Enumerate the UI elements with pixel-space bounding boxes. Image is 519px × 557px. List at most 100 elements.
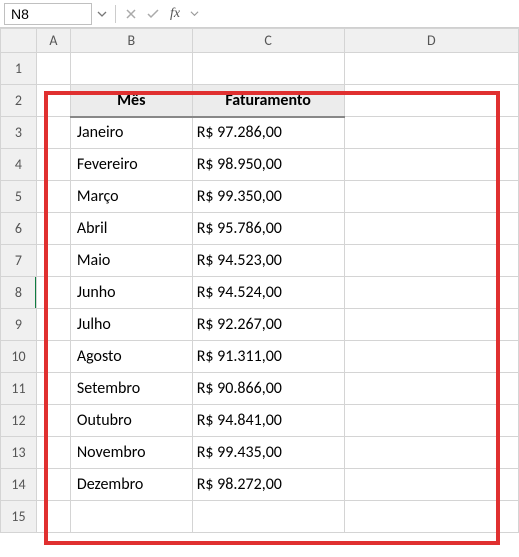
cell[interactable] <box>36 181 70 213</box>
table-row: 13 NovembroR$ 99.435,00 <box>1 437 519 469</box>
cell-faturamento[interactable]: R$ 97.286,00 <box>192 117 344 149</box>
cell[interactable] <box>344 149 518 181</box>
cell-faturamento[interactable]: R$ 90.866,00 <box>192 373 344 405</box>
row-header[interactable]: 14 <box>1 469 37 501</box>
cell-faturamento[interactable]: R$ 99.435,00 <box>192 437 344 469</box>
cell[interactable] <box>344 245 518 277</box>
table-row: 15 <box>1 501 519 533</box>
table-row: 5 MarçoR$ 99.350,00 <box>1 181 519 213</box>
cell[interactable] <box>192 53 344 85</box>
cell[interactable] <box>344 213 518 245</box>
cell-mes[interactable]: Fevereiro <box>70 149 192 181</box>
row-header[interactable]: 11 <box>1 373 37 405</box>
row-header[interactable]: 15 <box>1 501 37 533</box>
cell-mes[interactable]: Setembro <box>70 373 192 405</box>
cell-faturamento[interactable]: R$ 94.841,00 <box>192 405 344 437</box>
formula-input[interactable] <box>203 3 515 25</box>
cell-mes[interactable]: Março <box>70 181 192 213</box>
select-all-corner[interactable] <box>1 29 37 53</box>
table-row: 14 DezembroR$ 98.272,00 <box>1 469 519 501</box>
cell[interactable] <box>344 341 518 373</box>
cell[interactable] <box>36 373 70 405</box>
table-row: 2 MêsFaturamento <box>1 85 519 117</box>
cell[interactable] <box>344 277 518 309</box>
fx-dropdown-icon[interactable] <box>187 3 201 25</box>
cell[interactable] <box>36 341 70 373</box>
cell[interactable] <box>36 53 70 85</box>
cell[interactable] <box>344 53 518 85</box>
cell[interactable] <box>344 117 518 149</box>
cell-mes[interactable]: Junho <box>70 277 192 309</box>
column-header[interactable]: D <box>344 29 518 53</box>
row-header[interactable]: 1 <box>1 53 37 85</box>
cell-faturamento[interactable]: R$ 94.524,00 <box>192 277 344 309</box>
cell[interactable] <box>70 501 192 533</box>
row-header[interactable]: 2 <box>1 85 37 117</box>
row-header[interactable]: 6 <box>1 213 37 245</box>
name-box[interactable] <box>4 3 92 25</box>
cell-mes[interactable]: Julho <box>70 309 192 341</box>
cell-mes[interactable]: Outubro <box>70 405 192 437</box>
cancel-icon[interactable] <box>121 3 141 25</box>
divider <box>115 5 116 23</box>
cell-mes[interactable]: Agosto <box>70 341 192 373</box>
table-row: 3 JaneiroR$ 97.286,00 <box>1 117 519 149</box>
column-header[interactable]: A <box>36 29 70 53</box>
cell[interactable] <box>344 309 518 341</box>
cell-mes[interactable]: Abril <box>70 213 192 245</box>
cell-faturamento[interactable]: R$ 94.523,00 <box>192 245 344 277</box>
cell-faturamento[interactable]: R$ 95.786,00 <box>192 213 344 245</box>
cell-faturamento[interactable]: R$ 98.272,00 <box>192 469 344 501</box>
table-row: 12 OutubroR$ 94.841,00 <box>1 405 519 437</box>
column-header-row: A B C D <box>1 29 519 53</box>
cell[interactable] <box>36 85 70 117</box>
cell-faturamento[interactable]: R$ 91.311,00 <box>192 341 344 373</box>
cell[interactable] <box>36 309 70 341</box>
cell-faturamento[interactable]: R$ 99.350,00 <box>192 181 344 213</box>
row-header[interactable]: 8 <box>1 277 37 309</box>
cell-mes[interactable]: Maio <box>70 245 192 277</box>
table-header-mes[interactable]: Mês <box>70 85 192 117</box>
cell[interactable] <box>70 53 192 85</box>
insert-function-button[interactable]: fx <box>165 3 185 25</box>
cell[interactable] <box>344 405 518 437</box>
table-row: 6 AbrilR$ 95.786,00 <box>1 213 519 245</box>
column-header[interactable]: B <box>70 29 192 53</box>
cell[interactable] <box>344 437 518 469</box>
cell-mes[interactable]: Janeiro <box>70 117 192 149</box>
cell[interactable] <box>344 85 518 117</box>
row-header[interactable]: 5 <box>1 181 37 213</box>
cell[interactable] <box>344 181 518 213</box>
cell[interactable] <box>36 149 70 181</box>
spreadsheet-grid[interactable]: A B C D 12 MêsFaturamento 3 JaneiroR$ 97.28… <box>0 28 519 533</box>
row-header[interactable]: 7 <box>1 245 37 277</box>
formula-bar: fx <box>0 0 519 28</box>
cell-faturamento[interactable]: R$ 92.267,00 <box>192 309 344 341</box>
cell[interactable] <box>36 277 70 309</box>
cell-mes[interactable]: Dezembro <box>70 469 192 501</box>
row-header[interactable]: 9 <box>1 309 37 341</box>
cell[interactable] <box>36 437 70 469</box>
cell[interactable] <box>36 213 70 245</box>
cell-mes[interactable]: Novembro <box>70 437 192 469</box>
cell[interactable] <box>344 373 518 405</box>
cell[interactable] <box>36 117 70 149</box>
cell[interactable] <box>36 405 70 437</box>
table-row: 11 SetembroR$ 90.866,00 <box>1 373 519 405</box>
name-box-dropdown-icon[interactable] <box>94 3 110 25</box>
table-header-faturamento[interactable]: Faturamento <box>192 85 344 117</box>
cell[interactable] <box>192 501 344 533</box>
row-header[interactable]: 4 <box>1 149 37 181</box>
cell[interactable] <box>36 245 70 277</box>
row-header[interactable]: 10 <box>1 341 37 373</box>
cell[interactable] <box>36 469 70 501</box>
row-header[interactable]: 13 <box>1 437 37 469</box>
cell[interactable] <box>344 501 518 533</box>
cell[interactable] <box>344 469 518 501</box>
row-header[interactable]: 12 <box>1 405 37 437</box>
cell-faturamento[interactable]: R$ 98.950,00 <box>192 149 344 181</box>
cell[interactable] <box>36 501 70 533</box>
enter-icon[interactable] <box>143 3 163 25</box>
column-header[interactable]: C <box>192 29 344 53</box>
row-header[interactable]: 3 <box>1 117 37 149</box>
